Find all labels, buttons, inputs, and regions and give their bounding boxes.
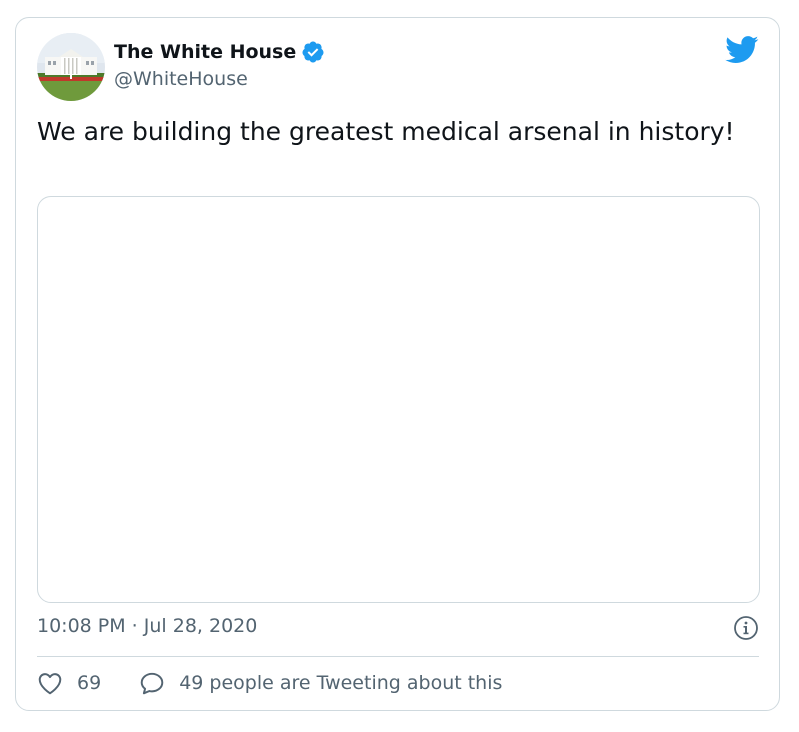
tweet-timestamp[interactable]: 10:08 PM · Jul 28, 2020 (37, 615, 257, 637)
tweet-embed-card: The White House @WhiteHouse We are build… (15, 17, 780, 711)
engagement-bar: 69 49 people are Tweeting about this (37, 671, 502, 695)
comment-bubble-icon (140, 672, 164, 695)
author-handle[interactable]: @WhiteHouse (114, 68, 248, 90)
twitter-bird-icon[interactable] (725, 36, 759, 64)
tweeting-about-label: 49 people are Tweeting about this (179, 672, 503, 694)
divider (37, 656, 759, 657)
white-house-photo (37, 33, 105, 101)
tweet-text: We are building the greatest medical ars… (37, 117, 735, 146)
like-count: 69 (77, 672, 102, 694)
author-name-row[interactable]: The White House (114, 40, 325, 64)
author-name[interactable]: The White House (114, 41, 296, 63)
verified-badge-icon (302, 41, 324, 63)
avatar[interactable] (37, 33, 105, 101)
heart-icon (38, 673, 62, 695)
reply-button[interactable]: 49 people are Tweeting about this (139, 671, 502, 695)
like-button[interactable]: 69 (37, 671, 101, 695)
info-icon[interactable] (733, 615, 759, 641)
tweet-media-container[interactable] (37, 196, 760, 603)
